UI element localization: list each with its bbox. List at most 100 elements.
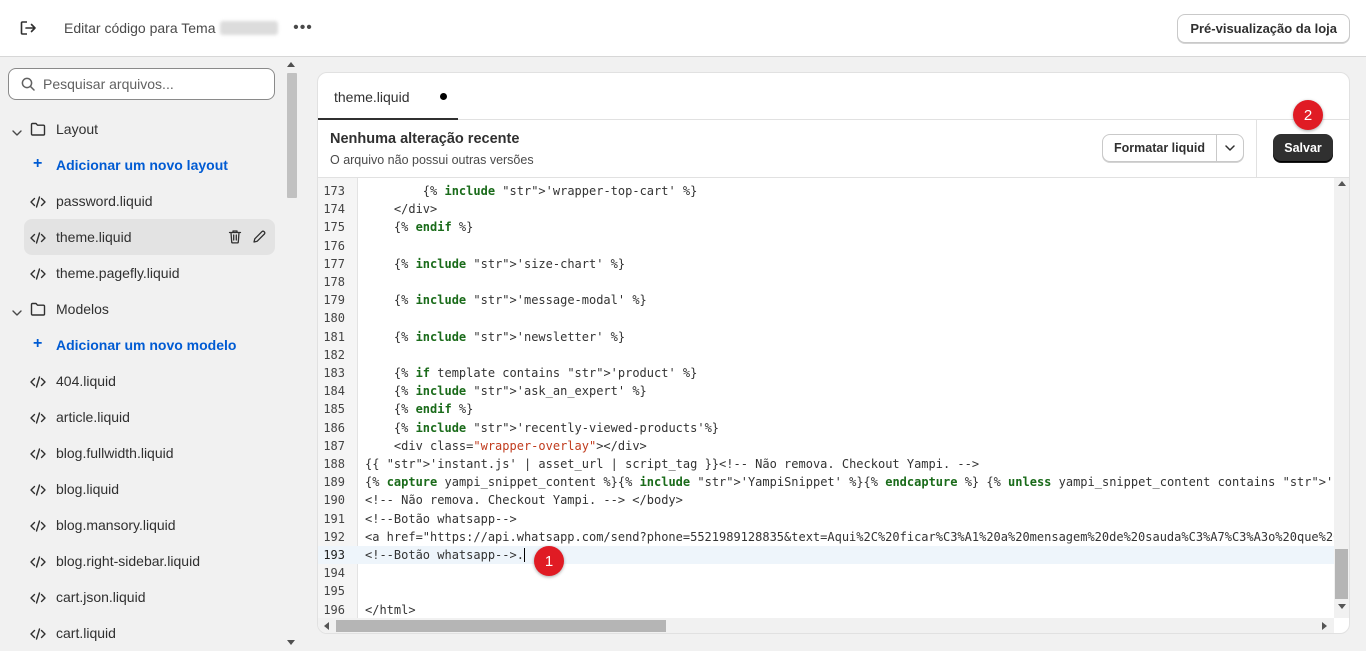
code-file-icon bbox=[30, 483, 46, 499]
code-line[interactable]: 174 </div> bbox=[318, 200, 1334, 218]
code-line[interactable]: 176 bbox=[318, 237, 1334, 255]
line-number: 183 bbox=[323, 366, 345, 380]
code-line[interactable]: 183 {% if template contains "str">'produ… bbox=[318, 364, 1334, 382]
file-item[interactable]: theme.pagefly.liquid bbox=[0, 255, 284, 291]
scroll-left-icon[interactable] bbox=[324, 622, 329, 630]
format-liquid-button[interactable]: Formatar liquid bbox=[1103, 135, 1217, 161]
scroll-down-icon[interactable] bbox=[287, 640, 295, 645]
code-line[interactable]: 192 <a href="https://api.whatsapp.com/sen… bbox=[318, 528, 1334, 546]
folder-icon bbox=[30, 302, 46, 319]
code-line[interactable]: 188 {{ "str">'instant.js' | asset_url | s… bbox=[318, 455, 1334, 473]
code-file-icon bbox=[30, 519, 46, 535]
save-button[interactable]: Salvar bbox=[1273, 134, 1333, 162]
code-line[interactable]: 177 {% include "str">'size-chart' %} bbox=[318, 255, 1334, 273]
editor-tab-bar: theme.liquid bbox=[318, 73, 1349, 120]
line-number: 179 bbox=[323, 293, 345, 308]
divider bbox=[1256, 120, 1257, 178]
scroll-up-icon[interactable] bbox=[1338, 181, 1346, 186]
code-line[interactable]: 193 <!--Botão whatsapp-->. bbox=[318, 546, 1334, 565]
preview-store-button[interactable]: Pré-visualização da loja bbox=[1177, 14, 1350, 43]
code-line[interactable]: 187 <div class="wrapper-overlay"></div> bbox=[318, 437, 1334, 455]
pencil-icon[interactable] bbox=[252, 229, 267, 247]
file-item[interactable]: blog.fullwidth.liquid bbox=[0, 435, 284, 471]
code-line[interactable]: 184 {% include "str">'ask_an_expert' %} bbox=[318, 382, 1334, 400]
code-area[interactable]: 173 {% include "str">'wrapper-top-cart' … bbox=[318, 178, 1334, 618]
sidebar-scroll-thumb[interactable] bbox=[287, 73, 297, 198]
folder-label: Layout bbox=[56, 121, 99, 137]
search-input[interactable] bbox=[43, 76, 253, 92]
code-file-icon bbox=[30, 591, 46, 607]
file-item[interactable]: 404.liquid bbox=[0, 363, 284, 399]
line-number: 184 bbox=[323, 384, 345, 399]
line-number: 185 bbox=[323, 402, 345, 417]
line-number: 188 bbox=[323, 457, 345, 471]
code-line[interactable]: 178 bbox=[318, 273, 1334, 291]
file-label: article.liquid bbox=[56, 409, 130, 425]
line-number: 191 bbox=[323, 511, 345, 526]
chevron-down-icon[interactable] bbox=[1217, 135, 1243, 161]
add-new-item-link[interactable]: + Adicionar um novo layout bbox=[0, 147, 284, 183]
code-line[interactable]: 181 {% include "str">'newsletter' %} bbox=[318, 328, 1334, 346]
line-number: 187 bbox=[323, 438, 345, 453]
code-line[interactable]: 189 {% capture yampi_snippet_content %}{%… bbox=[318, 473, 1334, 491]
search-box[interactable] bbox=[8, 68, 275, 100]
file-item[interactable]: blog.right-sidebar.liquid bbox=[0, 543, 284, 579]
code-file-icon bbox=[30, 231, 46, 247]
file-item[interactable]: cart.json.liquid bbox=[0, 579, 284, 615]
line-number: 193 bbox=[323, 548, 345, 562]
text-cursor bbox=[523, 548, 525, 562]
chevron-down-icon[interactable] bbox=[12, 124, 22, 140]
code-line[interactable]: 191 <!--Botão whatsapp--> bbox=[318, 510, 1334, 528]
chevron-down-icon[interactable] bbox=[12, 304, 22, 320]
scroll-down-icon[interactable] bbox=[1338, 604, 1346, 609]
exit-icon[interactable] bbox=[16, 16, 40, 40]
file-item[interactable]: cart.liquid bbox=[0, 615, 284, 651]
file-item[interactable]: blog.mansory.liquid bbox=[0, 507, 284, 543]
code-text: <!--Botão whatsapp-->. bbox=[365, 548, 525, 562]
folder-layout[interactable]: Layout bbox=[0, 111, 284, 147]
file-item[interactable]: blog.liquid bbox=[0, 471, 284, 507]
code-text: {{ "str">'instant.js' | asset_url | scri… bbox=[365, 457, 980, 471]
code-text: {% include "str">'recently-viewed-produc… bbox=[365, 420, 720, 435]
file-label: 404.liquid bbox=[56, 373, 116, 389]
code-line[interactable]: 194 bbox=[318, 564, 1334, 582]
code-vertical-scroll-thumb[interactable] bbox=[1335, 549, 1348, 599]
code-text: <a href="https://api.whatsapp.com/send?p… bbox=[365, 529, 1334, 544]
code-horizontal-scroll-thumb[interactable] bbox=[336, 620, 666, 632]
code-line[interactable]: 175 {% endif %} bbox=[318, 218, 1334, 236]
more-actions-icon[interactable]: ••• bbox=[290, 16, 316, 40]
line-number: 180 bbox=[323, 311, 345, 326]
code-line[interactable]: 186 {% include "str">'recently-viewed-pr… bbox=[318, 419, 1334, 437]
scroll-right-icon[interactable] bbox=[1322, 622, 1327, 630]
trash-icon[interactable] bbox=[228, 229, 242, 247]
code-line[interactable]: 195 bbox=[318, 582, 1334, 600]
file-item[interactable]: article.liquid bbox=[0, 399, 284, 435]
line-number: 176 bbox=[323, 238, 345, 253]
file-item[interactable]: theme.liquid bbox=[24, 219, 275, 255]
code-file-icon bbox=[30, 447, 46, 463]
line-number: 181 bbox=[323, 329, 345, 344]
tab-theme-liquid[interactable]: theme.liquid bbox=[318, 73, 458, 120]
file-label: theme.pagefly.liquid bbox=[56, 265, 180, 281]
file-label: blog.mansory.liquid bbox=[56, 517, 176, 533]
folder-modelos[interactable]: Modelos bbox=[0, 291, 284, 327]
code-text: {% if template contains "str">'product' … bbox=[365, 366, 698, 380]
code-line[interactable]: 180 bbox=[318, 309, 1334, 327]
line-number: 195 bbox=[323, 584, 345, 599]
code-line[interactable]: 196 </html> bbox=[318, 601, 1334, 618]
line-number: 174 bbox=[323, 202, 345, 217]
code-line[interactable]: 190 <!-- Não remova. Checkout Yampi. --> … bbox=[318, 491, 1334, 509]
code-text: <div class="wrapper-overlay"></div> bbox=[365, 438, 647, 453]
plus-icon: + bbox=[33, 155, 43, 172]
file-sidebar: Layout + Adicionar um novo layout password.… bbox=[0, 57, 284, 651]
code-line[interactable]: 179 {% include "str">'message-modal' %} bbox=[318, 291, 1334, 309]
scroll-up-icon[interactable] bbox=[287, 62, 295, 67]
add-new-item-link[interactable]: + Adicionar um novo modelo bbox=[0, 327, 284, 363]
file-label: password.liquid bbox=[56, 193, 153, 209]
file-item[interactable]: password.liquid bbox=[0, 183, 284, 219]
code-line[interactable]: 185 {% endif %} bbox=[318, 400, 1334, 418]
code-line[interactable]: 173 {% include "str">'wrapper-top-cart' … bbox=[318, 182, 1334, 200]
code-file-icon bbox=[30, 195, 46, 211]
code-text: {% capture yampi_snippet_content %}{% in… bbox=[365, 475, 1334, 490]
code-line[interactable]: 182 bbox=[318, 346, 1334, 364]
